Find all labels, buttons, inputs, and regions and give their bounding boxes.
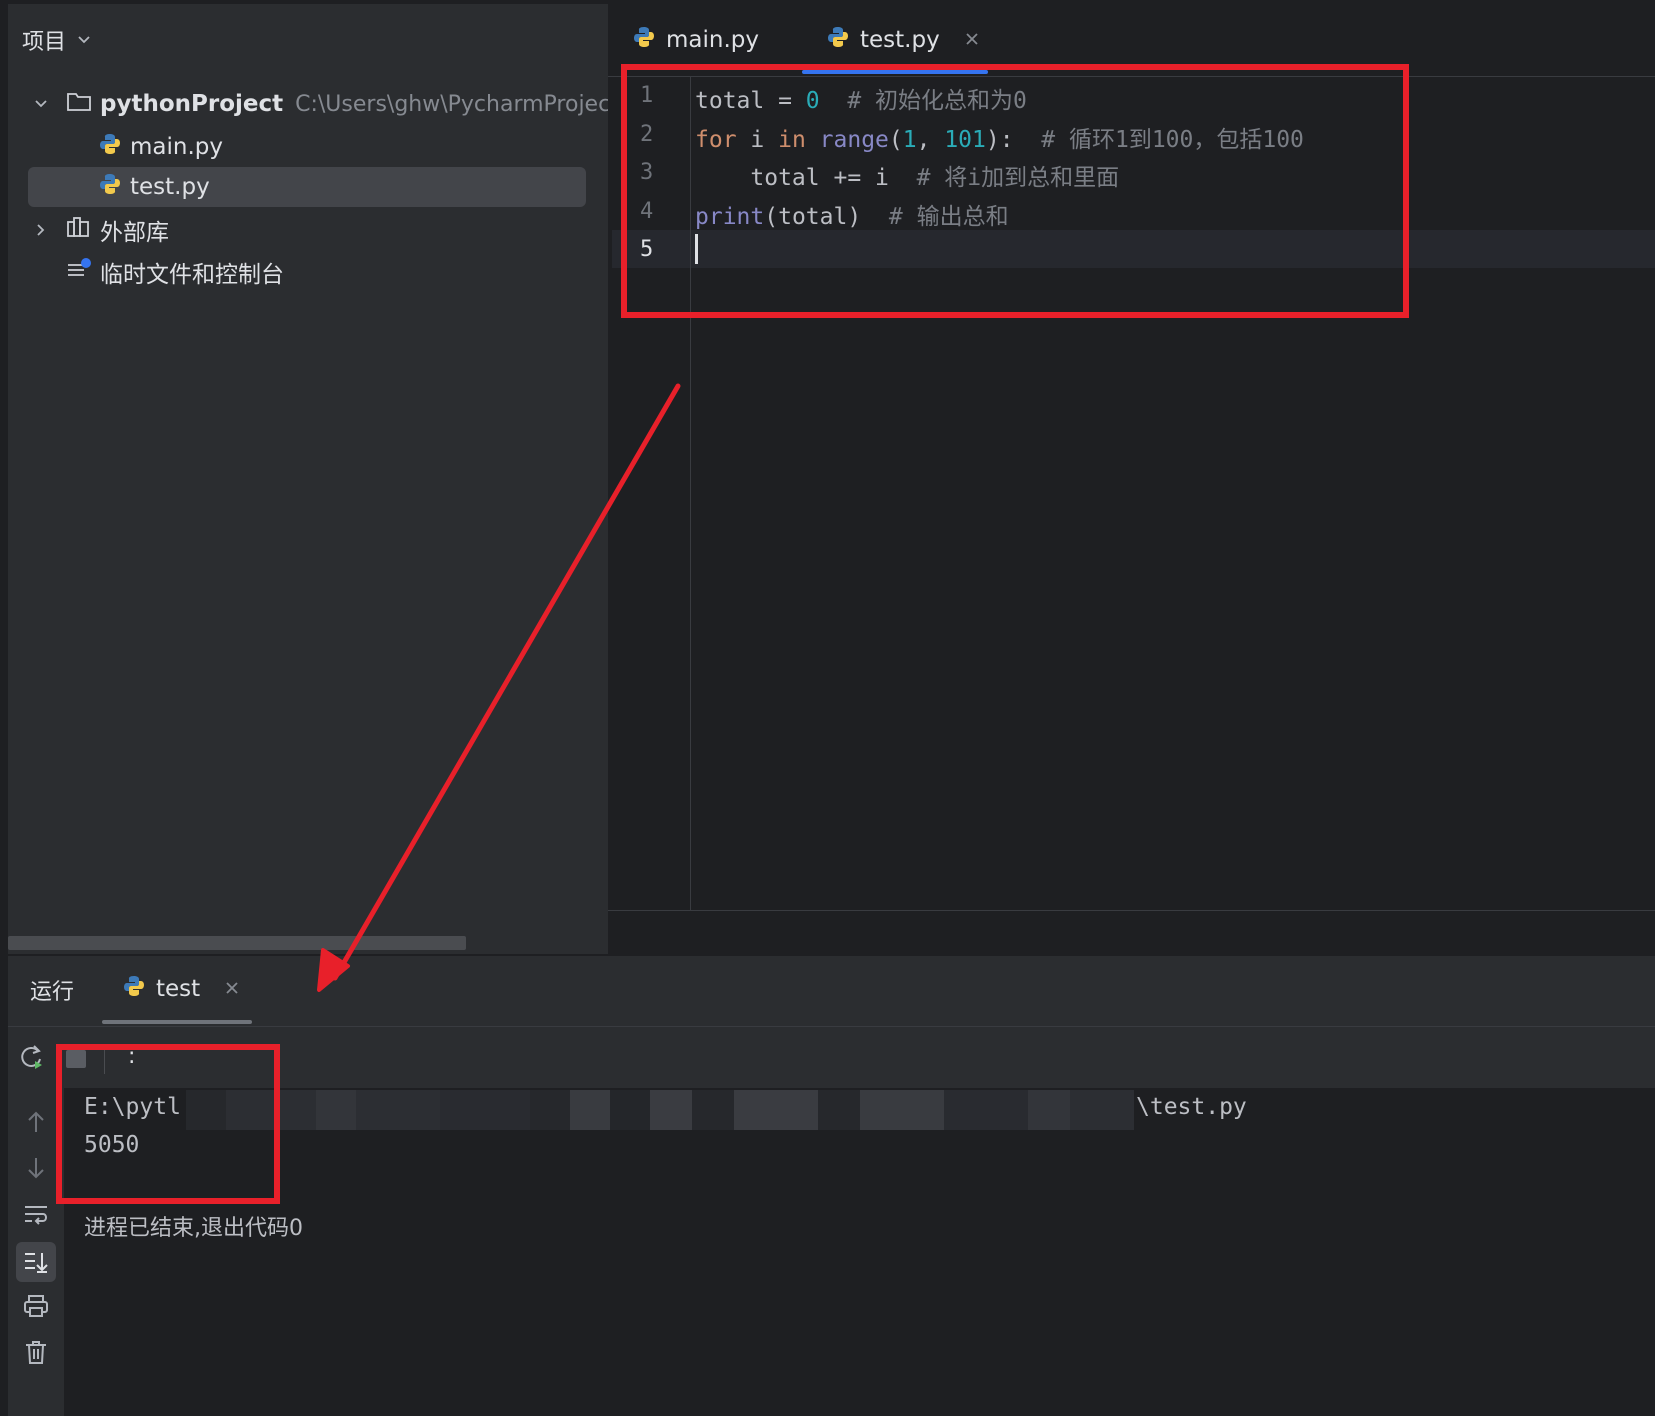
redacted-block — [1070, 1090, 1134, 1130]
external-libraries-label: 外部库 — [100, 220, 169, 246]
project-header-label: 项目 — [22, 30, 67, 55]
console-command-suffix: \test.py — [1136, 1094, 1247, 1120]
project-name: pythonProject — [100, 91, 284, 117]
editor-bottom-divider — [608, 910, 1655, 911]
close-icon[interactable] — [224, 976, 240, 1002]
project-view-selector[interactable]: 项目 — [22, 22, 92, 58]
python-file-icon — [826, 25, 850, 55]
arrow-up-icon[interactable] — [20, 1106, 52, 1138]
redacted-block — [356, 1090, 440, 1130]
redacted-block — [818, 1090, 860, 1130]
trash-icon[interactable] — [20, 1336, 52, 1368]
redacted-block — [650, 1090, 692, 1130]
tab-label: test.py — [860, 27, 940, 53]
arrow-down-icon[interactable] — [20, 1152, 52, 1184]
run-tab-label: test — [156, 976, 201, 1002]
redacted-block — [316, 1090, 356, 1130]
library-icon — [66, 216, 92, 244]
redacted-block — [692, 1090, 734, 1130]
close-icon[interactable] — [964, 27, 980, 53]
tree-item-external-libraries[interactable]: 外部库 — [30, 210, 169, 250]
scratches-icon — [66, 257, 92, 287]
tab-test-py[interactable]: test.py — [826, 18, 980, 62]
redacted-block — [1028, 1090, 1070, 1130]
run-tab-test[interactable]: test — [122, 974, 240, 1004]
soft-wrap-icon[interactable] — [20, 1198, 52, 1230]
print-icon[interactable] — [20, 1290, 52, 1322]
tab-main-py[interactable]: main.py — [632, 18, 759, 62]
folder-icon — [66, 90, 92, 118]
project-path: C:\Users\ghw\PycharmProjects — [295, 91, 631, 117]
tree-item-scratches[interactable]: 临时文件和控制台 — [66, 252, 284, 292]
active-run-tab-indicator — [102, 1020, 252, 1024]
annotation-box-code — [621, 64, 1409, 318]
tab-label: main.py — [666, 27, 759, 53]
python-file-icon — [98, 132, 122, 162]
chevron-down-icon — [76, 28, 92, 53]
tree-item-project-root[interactable]: pythonProject C:\Users\ghw\PycharmProjec… — [30, 84, 630, 124]
chevron-down-icon[interactable] — [30, 93, 52, 115]
annotation-box-output — [56, 1044, 280, 1204]
tree-item-test-py[interactable]: test.py — [28, 167, 586, 207]
console-output[interactable] — [64, 1088, 1655, 1416]
scratches-label: 临时文件和控制台 — [100, 262, 284, 288]
project-horizontal-scrollbar[interactable] — [8, 936, 466, 950]
run-tab-bar — [8, 956, 1655, 1027]
chevron-right-icon[interactable] — [30, 219, 52, 241]
run-tool-window-title: 运行 — [30, 980, 75, 1005]
python-file-icon — [122, 974, 146, 1004]
rerun-icon[interactable] — [16, 1042, 46, 1076]
redacted-block — [570, 1090, 610, 1130]
redacted-block — [860, 1090, 944, 1130]
python-file-icon — [98, 172, 122, 202]
redacted-block — [944, 1090, 1028, 1130]
redacted-block — [440, 1090, 530, 1130]
console-exit-message: 进程已结束,退出代码0 — [84, 1216, 303, 1241]
redacted-block — [610, 1090, 650, 1130]
file-label: main.py — [130, 134, 223, 160]
scroll-to-end-icon[interactable] — [16, 1242, 56, 1282]
file-label: test.py — [130, 174, 210, 200]
tree-item-main-py[interactable]: main.py — [98, 127, 223, 167]
redacted-block — [734, 1090, 818, 1130]
redacted-block — [530, 1090, 570, 1130]
python-file-icon — [632, 25, 656, 55]
